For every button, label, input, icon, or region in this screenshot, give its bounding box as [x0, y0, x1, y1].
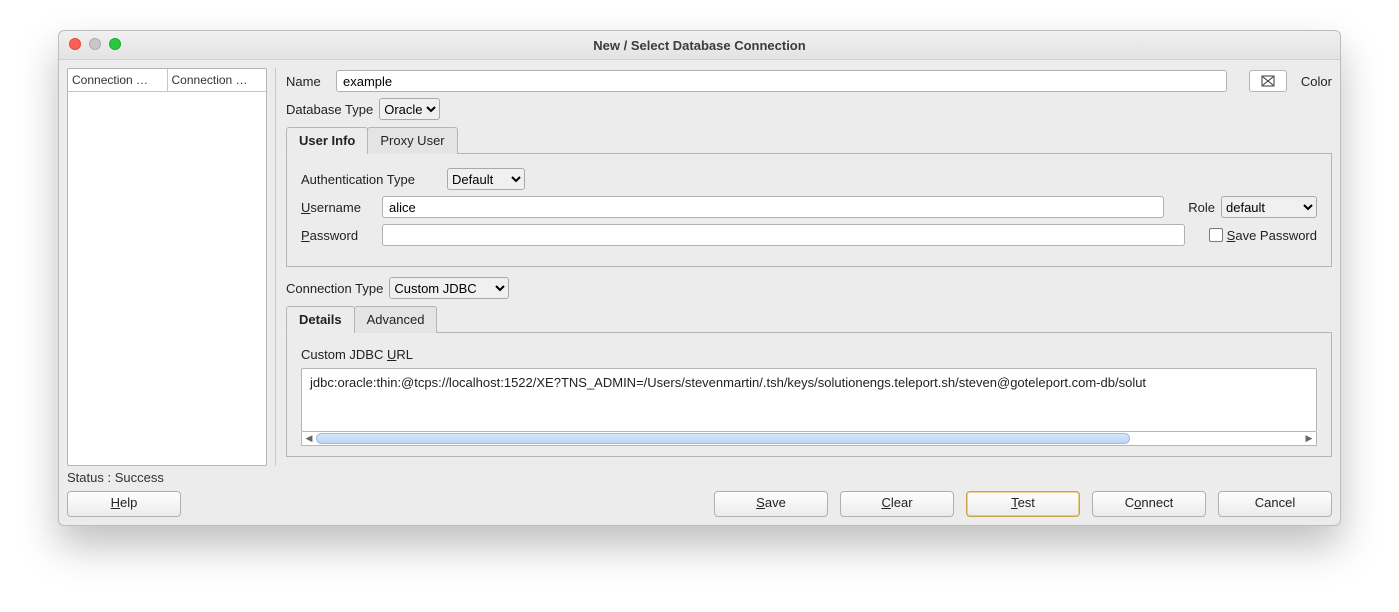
connection-list-header-b: Connection …: [168, 69, 267, 92]
role-label: Role: [1188, 200, 1215, 215]
database-type-select[interactable]: Oracle: [379, 98, 440, 120]
connection-type-label: Connection Type: [286, 281, 383, 296]
connect-button[interactable]: Connect: [1092, 491, 1206, 517]
window-minimize-button[interactable]: [89, 38, 101, 50]
connection-list[interactable]: Connection … Connection …: [67, 68, 267, 466]
window-title: New / Select Database Connection: [59, 38, 1340, 53]
color-button[interactable]: [1249, 70, 1287, 92]
jdbc-url-field[interactable]: jdbc:oracle:thin:@tcps://localhost:1522/…: [301, 368, 1317, 432]
name-field[interactable]: [336, 70, 1227, 92]
username-label: Username: [301, 200, 376, 215]
username-field[interactable]: [382, 196, 1164, 218]
tab-advanced[interactable]: Advanced: [354, 306, 438, 333]
tab-user-info[interactable]: User Info: [286, 127, 368, 154]
status-text: Status : Success: [67, 466, 1332, 491]
connection-list-header-a: Connection …: [68, 69, 168, 92]
tab-details[interactable]: Details: [286, 306, 355, 333]
tab-proxy-user[interactable]: Proxy User: [367, 127, 457, 154]
authentication-type-label: Authentication Type: [301, 172, 441, 187]
connection-type-select[interactable]: Custom JDBC: [389, 277, 509, 299]
test-button[interactable]: Test: [966, 491, 1080, 517]
scroll-right-arrow-icon: ▶: [1303, 433, 1315, 444]
password-field[interactable]: [382, 224, 1185, 246]
save-button[interactable]: Save: [714, 491, 828, 517]
clear-button[interactable]: Clear: [840, 491, 954, 517]
database-type-label: Database Type: [286, 102, 373, 117]
jdbc-url-label: Custom JDBC URL: [301, 347, 1317, 362]
password-label: Password: [301, 228, 376, 243]
save-password-label: Save Password: [1227, 228, 1317, 243]
cancel-button[interactable]: Cancel: [1218, 491, 1332, 517]
titlebar: New / Select Database Connection: [59, 31, 1340, 60]
scrollbar-thumb[interactable]: [316, 433, 1130, 444]
name-label: Name: [286, 74, 330, 89]
scroll-left-arrow-icon: ◀: [303, 433, 315, 444]
window-close-button[interactable]: [69, 38, 81, 50]
color-picker-icon: [1261, 75, 1275, 87]
authentication-type-select[interactable]: Default: [447, 168, 525, 190]
help-button[interactable]: Help: [67, 491, 181, 517]
color-label: Color: [1301, 74, 1332, 89]
role-select[interactable]: default: [1221, 196, 1317, 218]
window-zoom-button[interactable]: [109, 38, 121, 50]
jdbc-url-horizontal-scrollbar[interactable]: ◀ ▶: [301, 432, 1317, 446]
save-password-checkbox[interactable]: [1209, 228, 1223, 242]
